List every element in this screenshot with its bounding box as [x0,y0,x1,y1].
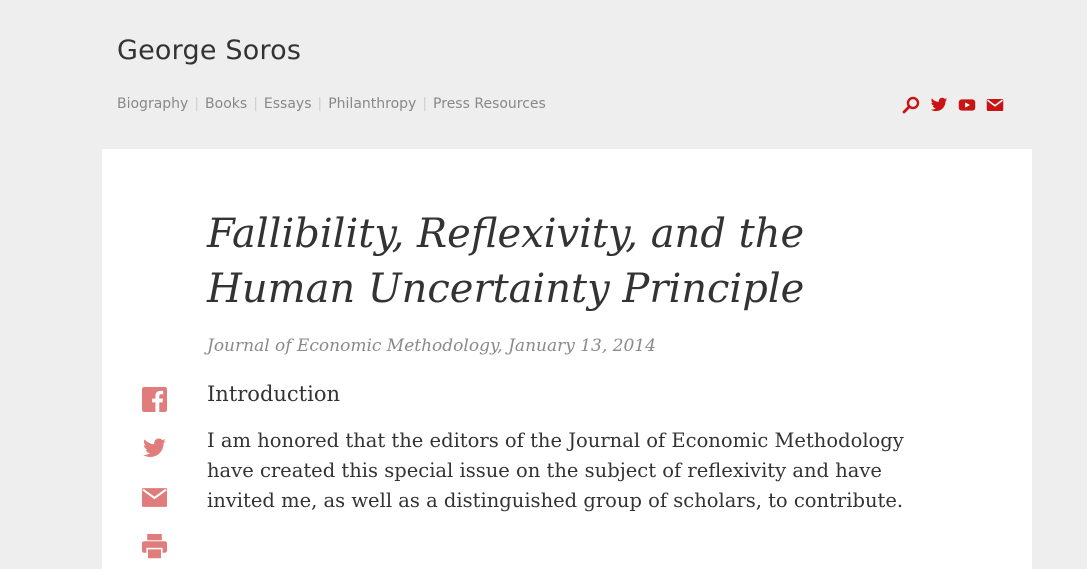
twitter-icon[interactable] [142,436,167,461]
email-icon[interactable] [986,96,1004,114]
twitter-icon[interactable] [930,96,948,114]
facebook-icon[interactable] [142,387,167,412]
main-nav: Biography | Books | Essays | Philanthrop… [117,96,546,112]
nav-separator: | [194,96,200,112]
search-icon[interactable] [902,96,920,114]
article-paragraph: I am honored that the editors of the Jou… [207,429,904,512]
article-card: Fallibility, Reflexivity, and the Human … [102,149,1032,569]
article-byline: Journal of Economic Methodology, January… [207,336,656,356]
email-icon[interactable] [142,485,167,510]
nav-separator: | [317,96,323,112]
nav-item-books[interactable]: Books [205,96,247,112]
share-bar [142,387,167,559]
nav-item-press-resources[interactable]: Press Resources [433,96,546,112]
print-icon[interactable] [142,534,167,559]
header-icons [902,96,1004,114]
nav-separator: | [422,96,428,112]
nav-separator: | [253,96,258,112]
nav-item-essays[interactable]: Essays [264,96,312,112]
youtube-icon[interactable] [958,96,976,114]
site-title[interactable]: George Soros [117,33,301,69]
nav-item-biography[interactable]: Biography [117,96,188,112]
article-title: Fallibility, Reflexivity, and the Human … [207,211,805,312]
nav-item-philanthropy[interactable]: Philanthropy [328,96,416,112]
section-heading: Introduction [207,382,340,406]
